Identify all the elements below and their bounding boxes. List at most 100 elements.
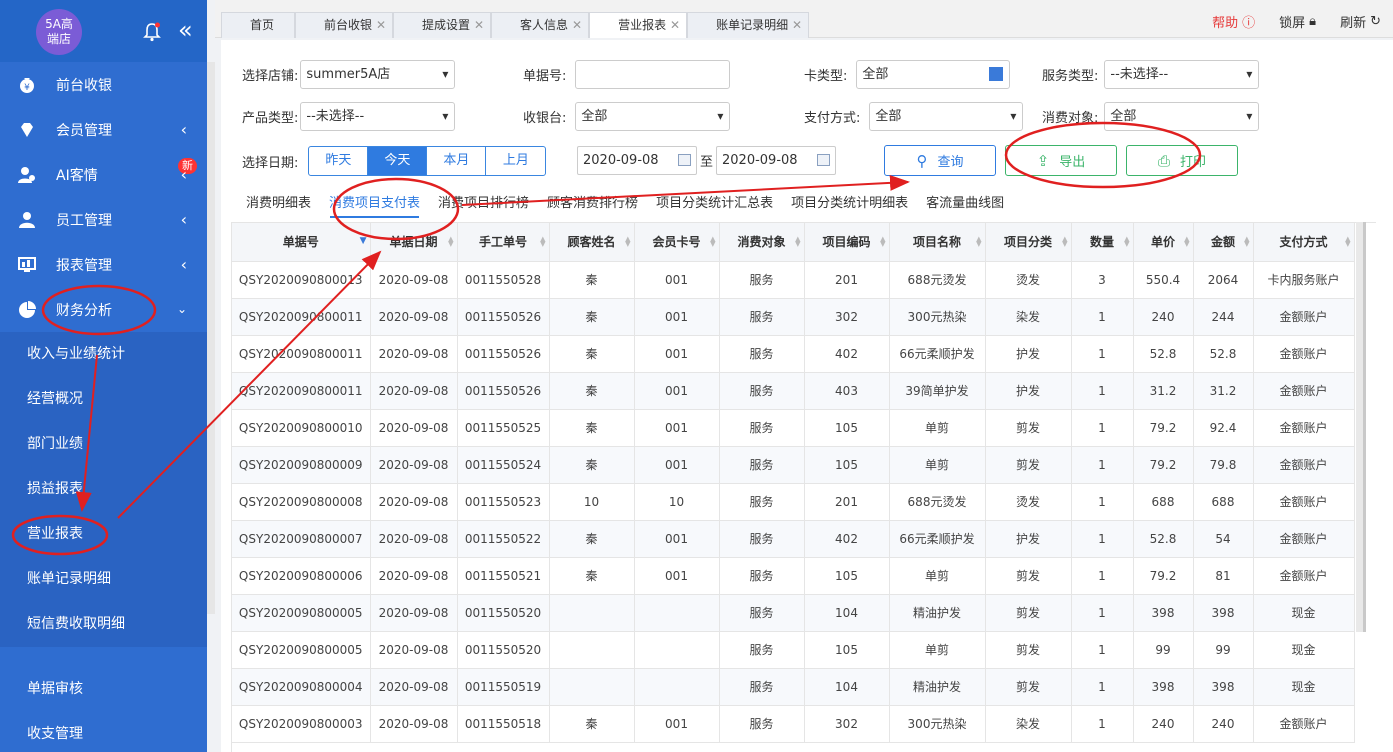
lock-screen-link[interactable]: 锁屏 🔒︎ <box>1279 12 1316 31</box>
menu-item-members[interactable]: 会员管理 ‹ <box>0 107 207 152</box>
sort-icon[interactable]: ▲ ▼ <box>1244 236 1249 248</box>
column-header[interactable]: 顾客姓名 ▲ ▼ <box>549 223 635 262</box>
sub-item-sms-fees[interactable]: 短信费收取明细 <box>0 602 207 647</box>
table-row[interactable]: QSY2020090800009 2020-09-08 0011550524 秦 001… <box>232 446 1355 484</box>
table-row[interactable]: QSY2020090800013 2020-09-08 0011550528 秦 001… <box>232 261 1355 299</box>
product-type-select[interactable]: --未选择-- <box>300 102 456 131</box>
sub-item-bill-records[interactable]: 账单记录明细 <box>0 557 207 602</box>
close-icon[interactable]: ✕ <box>572 13 582 38</box>
menu-item-cashier[interactable]: ¥ 前台收银 <box>0 62 207 107</box>
close-icon[interactable]: ✕ <box>474 13 484 38</box>
tab-category-detail[interactable]: 项目分类统计明细表 <box>782 190 917 218</box>
menu-item-ai[interactable]: AI客情 新 ‹ <box>0 152 207 197</box>
export-button[interactable]: ⇪ 导出 <box>1005 145 1117 176</box>
sub-item-audit[interactable]: 单据审核 <box>0 667 207 712</box>
sub-item-department[interactable]: 部门业绩 <box>0 422 207 467</box>
tab-bill-records[interactable]: 账单记录明细 ✕ <box>687 12 810 38</box>
sort-icon[interactable]: ▲ ▼ <box>625 236 630 248</box>
column-header[interactable]: 手工单号 ▲ ▼ <box>457 223 550 262</box>
table-row[interactable]: QSY2020090800005 2020-09-08 0011550520 服务 10… <box>232 594 1355 632</box>
table-row[interactable]: QSY2020090800010 2020-09-08 0011550525 秦 001… <box>232 409 1355 447</box>
table-row[interactable]: QSY2020090800011 2020-09-08 0011550526 秦 001… <box>232 335 1355 373</box>
bill-number-input[interactable] <box>575 60 731 89</box>
column-header[interactable]: 会员卡号 ▲ ▼ <box>634 223 720 262</box>
sub-item-business-report[interactable]: 营业报表 <box>0 512 207 557</box>
store-select[interactable]: summer5A店 <box>300 60 456 89</box>
close-icon[interactable]: ✕ <box>792 13 802 38</box>
query-button[interactable]: ⚲ 查询 <box>884 145 996 176</box>
column-header[interactable]: 项目分类 ▲ ▼ <box>985 223 1072 262</box>
sort-icon[interactable]: ▲ ▼ <box>1062 236 1067 248</box>
table-row[interactable]: QSY2020090800005 2020-09-08 0011550520 服务 10… <box>232 631 1355 669</box>
sort-icon[interactable]: ▲ ▼ <box>710 236 715 248</box>
sort-icon[interactable]: ▲ ▼ <box>540 236 545 248</box>
date-to-input[interactable]: 2020-09-08 <box>716 146 837 175</box>
column-header[interactable]: 项目编码 ▲ ▼ <box>804 223 890 262</box>
sort-icon[interactable]: ▲ ▼ <box>448 236 453 248</box>
column-header[interactable]: 单据号 ▼ <box>232 223 371 262</box>
table-row[interactable]: QSY2020090800011 2020-09-08 0011550526 秦 001… <box>232 372 1355 410</box>
this-month-button[interactable]: 本月 <box>427 147 487 175</box>
last-month-button[interactable]: 上月 <box>486 147 545 175</box>
table-scrollbar-thumb[interactable] <box>1363 222 1366 632</box>
tab-consumption-detail[interactable]: 消费明细表 <box>237 190 320 218</box>
store-logo[interactable]: 5A高 端店 <box>36 9 82 55</box>
tab-customer[interactable]: 客人信息 ✕ <box>491 12 590 38</box>
sub-item-profit-loss[interactable]: 损益报表 <box>0 467 207 512</box>
refresh-link[interactable]: 刷新 ↻ <box>1340 12 1381 31</box>
tab-home[interactable]: 首页 <box>221 12 296 38</box>
sub-item-income[interactable]: 收入与业绩统计 <box>0 332 207 377</box>
help-link[interactable]: 帮助 ⓘ <box>1212 12 1255 31</box>
tab-traffic-curve[interactable]: 客流量曲线图 <box>917 190 1013 218</box>
print-button[interactable]: ⎙ 打印 <box>1126 145 1238 176</box>
sub-item-overview[interactable]: 经营概况 <box>0 377 207 422</box>
column-header[interactable]: 支付方式 ▲ ▼ <box>1253 223 1355 262</box>
column-header[interactable]: 数量 ▲ ▼ <box>1071 223 1134 262</box>
menu-item-staff[interactable]: 员工管理 ‹ <box>0 197 207 242</box>
sidebar-scrollbar[interactable] <box>207 62 215 614</box>
tab-commission[interactable]: 提成设置 ✕ <box>393 12 492 38</box>
sub-item-income-expense[interactable]: 收支管理 <box>0 712 207 752</box>
yesterday-button[interactable]: 昨天 <box>309 147 369 175</box>
tab-category-summary[interactable]: 项目分类统计汇总表 <box>647 190 782 218</box>
cashier-select[interactable]: 全部 <box>575 102 731 131</box>
today-button[interactable]: 今天 <box>368 147 428 175</box>
tab-cashier[interactable]: 前台收银 ✕ <box>295 12 394 38</box>
tab-customer-ranking[interactable]: 顾客消费排行榜 <box>538 190 647 218</box>
table-row[interactable]: QSY2020090800007 2020-09-08 0011550522 秦 001… <box>232 520 1355 558</box>
calendar-icon[interactable] <box>817 154 831 166</box>
close-icon[interactable]: ✕ <box>376 13 386 38</box>
close-icon[interactable]: ✕ <box>670 13 680 38</box>
tab-item-payment[interactable]: 消费项目支付表 <box>320 190 429 218</box>
tab-business-report[interactable]: 营业报表 ✕ <box>589 12 688 38</box>
sort-icon[interactable]: ▲ ▼ <box>1184 236 1189 248</box>
sort-icon[interactable]: ▼ <box>360 237 367 246</box>
target-select[interactable]: 全部 <box>1104 102 1260 131</box>
column-header[interactable]: 项目名称 ▲ ▼ <box>889 223 986 262</box>
bell-icon[interactable] <box>143 22 161 42</box>
sort-icon[interactable]: ▲ ▼ <box>1345 236 1350 248</box>
table-row[interactable]: QSY2020090800011 2020-09-08 0011550526 秦 001… <box>232 298 1355 336</box>
column-header[interactable]: 金额 ▲ ▼ <box>1193 223 1254 262</box>
menu-item-finance[interactable]: 财务分析 ⌄ <box>0 287 207 332</box>
table-row[interactable]: QSY2020090800008 2020-09-08 0011550523 10 10… <box>232 483 1355 521</box>
table-row[interactable]: QSY2020090800003 2020-09-08 0011550518 秦 001… <box>232 705 1355 743</box>
calendar-icon[interactable] <box>678 154 691 166</box>
menu-item-reports[interactable]: 报表管理 ‹ <box>0 242 207 287</box>
service-type-select[interactable]: --未选择-- <box>1104 60 1260 89</box>
sort-icon[interactable]: ▲ ▼ <box>976 236 981 248</box>
table-row[interactable]: QSY2020090800004 2020-09-08 0011550519 服务 10… <box>232 668 1355 706</box>
collapse-sidebar-icon[interactable]: « <box>178 18 193 42</box>
picker-icon[interactable] <box>989 67 1004 81</box>
column-header[interactable]: 消费对象 ▲ ▼ <box>719 223 805 262</box>
payment-method-select[interactable]: 全部 <box>869 102 1024 131</box>
date-from-input[interactable]: 2020-09-08 <box>577 146 697 175</box>
table-row[interactable]: QSY2020090800006 2020-09-08 0011550521 秦 001… <box>232 557 1355 595</box>
column-header[interactable]: 单据日期 ▲ ▼ <box>370 223 458 262</box>
card-type-select[interactable]: 全部 <box>856 60 1011 89</box>
column-header[interactable]: 单价 ▲ ▼ <box>1133 223 1194 262</box>
sort-icon[interactable]: ▲ ▼ <box>795 236 800 248</box>
tab-item-ranking[interactable]: 消费项目排行榜 <box>429 190 538 218</box>
sort-icon[interactable]: ▲ ▼ <box>880 236 885 248</box>
sort-icon[interactable]: ▲ ▼ <box>1124 236 1129 248</box>
